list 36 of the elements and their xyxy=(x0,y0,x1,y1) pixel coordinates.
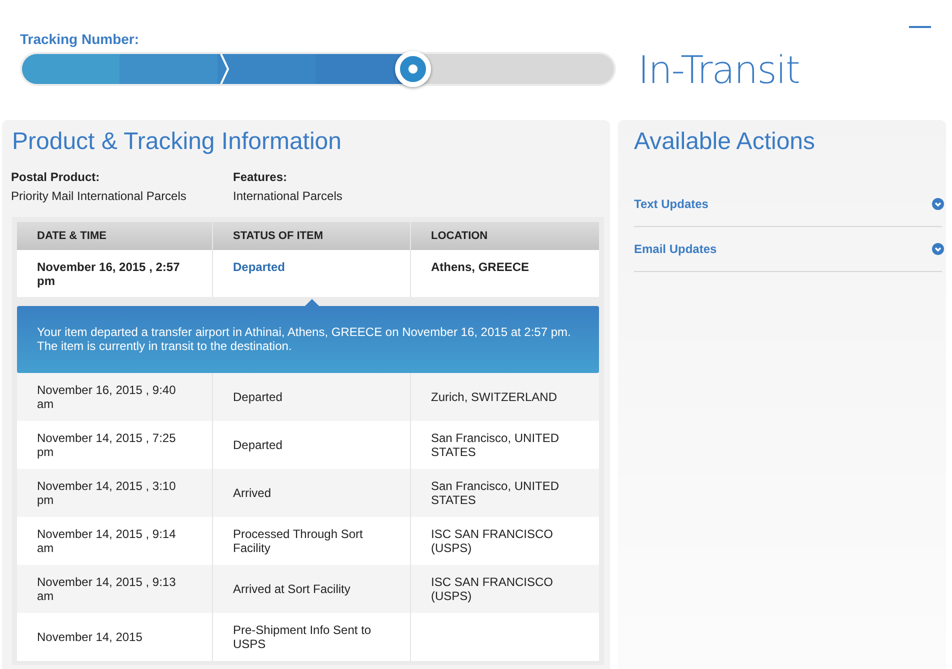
progress-thumb xyxy=(394,51,431,87)
table-cell-text: Processed Through Sort Facility xyxy=(233,527,364,555)
table-cell: Zurich, SWITZERLAND xyxy=(431,390,558,404)
table-cell-text: November 14, 2015 , 3:10 pm xyxy=(37,479,177,507)
table-cell: November 14, 2015 xyxy=(37,630,142,644)
table-cell[interactable]: Departed xyxy=(233,260,286,274)
section-title: Product & Tracking Information xyxy=(12,128,342,156)
status-heading: In-Transit xyxy=(638,48,800,92)
detail-text: Your item departed a transfer airport in Athinai, Athens, GREECE on November 16, 2015 at 2:57 pm. The item is currently in transit to the destination. xyxy=(37,325,571,353)
table-cell-text: November 14, 2015 , 9:13 am xyxy=(37,575,177,603)
table-cell-text: Pre-Shipment Info Sent to USPS xyxy=(233,623,372,651)
table-cell: Departed xyxy=(233,438,282,452)
section-title: Available Actions xyxy=(634,128,816,156)
table-cell: Arrived xyxy=(233,486,272,500)
table-cell: Departed xyxy=(233,390,282,404)
table-cell-text: San Francisco, UNITED STATES xyxy=(431,479,560,507)
table-cell-text: November 14, 2015 , 7:25 pm xyxy=(37,431,177,459)
tracking-label: Tracking Number: xyxy=(20,31,140,47)
action-link[interactable]: Email Updates xyxy=(634,242,717,256)
field-label: Features: xyxy=(233,170,288,184)
table-cell: Arrived at Sort Facility xyxy=(233,582,350,596)
table-cell: Athens, GREECE xyxy=(431,260,530,274)
chevron-down-icon[interactable] xyxy=(932,198,944,210)
chevron-icon xyxy=(219,54,229,84)
column-header: DATE & TIME xyxy=(36,229,108,244)
field-value: Priority Mail International Parcels xyxy=(11,189,188,203)
table-cell-text: November 16, 2015 , 9:40 am xyxy=(37,383,177,411)
table-cell-text: ISC SAN FRANCISCO (USPS) xyxy=(431,527,554,555)
table-cell-text: ISC SAN FRANCISCO (USPS) xyxy=(431,575,554,603)
field-value: International Parcels xyxy=(233,189,344,203)
table-cell-text: November 14, 2015 , 9:14 am xyxy=(37,527,177,555)
table-cell-text: November 16, 2015 , 2:57 pm xyxy=(37,260,181,288)
field-label: Postal Product: xyxy=(11,170,101,184)
action-link[interactable]: Text Updates xyxy=(634,197,708,211)
chevron-down-icon[interactable] xyxy=(932,243,944,255)
table-cell-text: San Francisco, UNITED STATES xyxy=(431,431,560,459)
